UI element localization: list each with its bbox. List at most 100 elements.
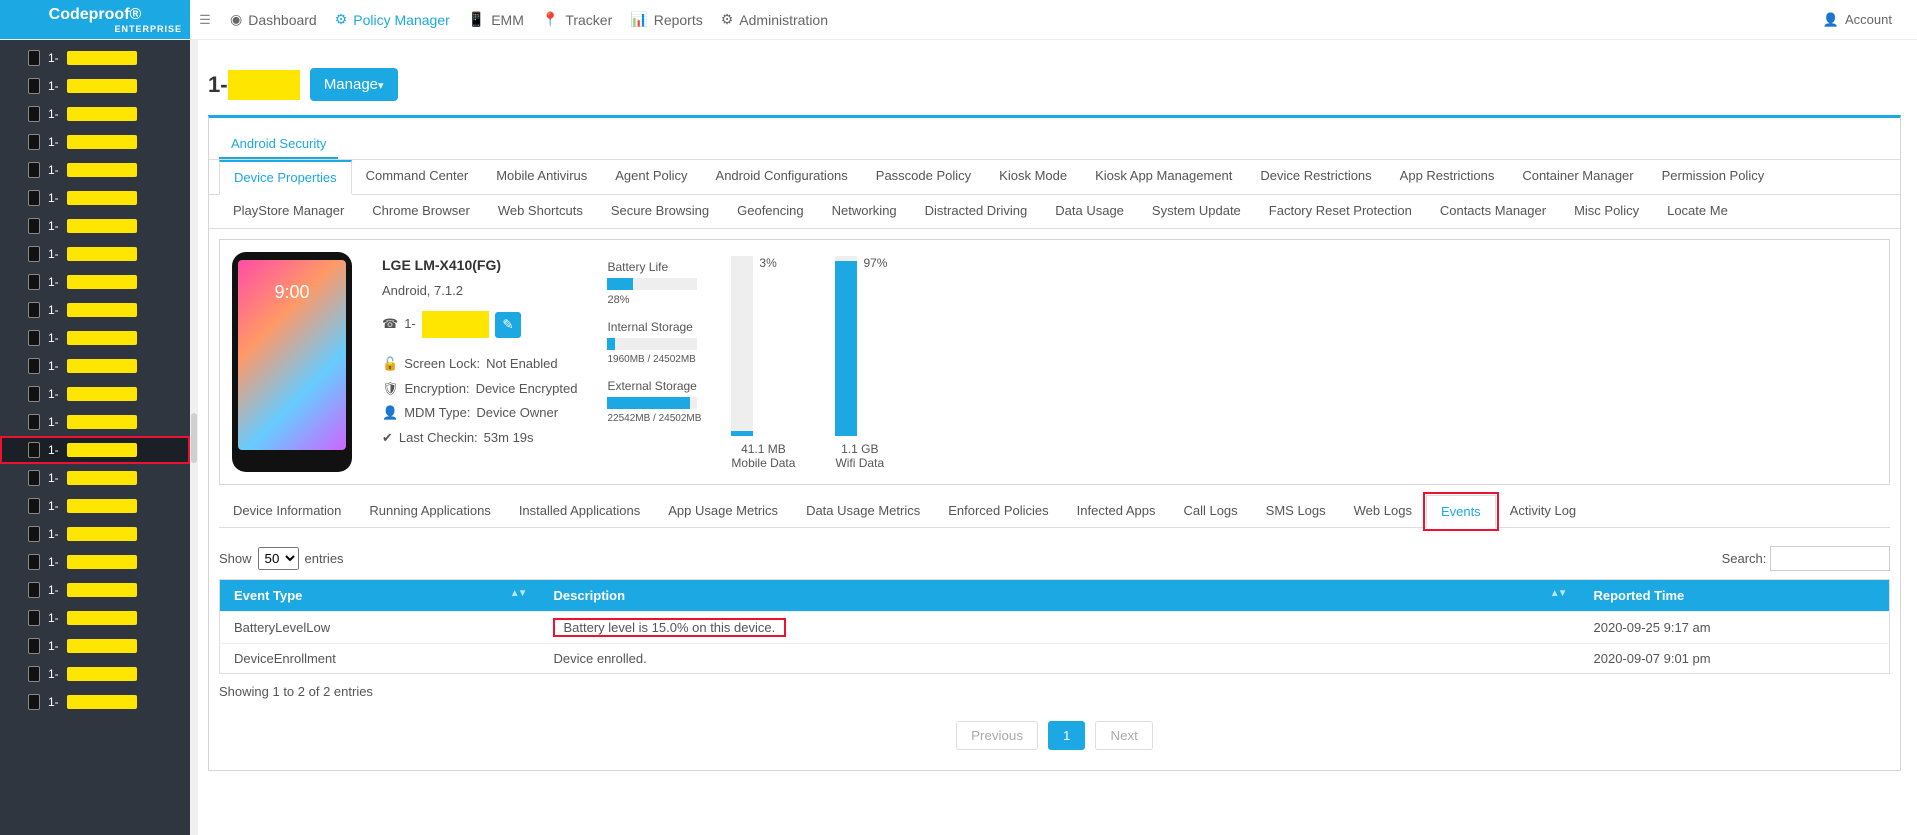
- sidebar-device-item[interactable]: 1-7: [0, 44, 190, 72]
- mobile-data-bar: 3%: [731, 256, 753, 436]
- tab-app-restrictions[interactable]: App Restrictions: [1386, 160, 1509, 194]
- nav-emm[interactable]: 📱EMM: [468, 11, 524, 28]
- tab-device-restrictions[interactable]: Device Restrictions: [1246, 160, 1385, 194]
- detail-tab-app-usage-metrics[interactable]: App Usage Metrics: [654, 495, 792, 527]
- phone-icon: [28, 442, 40, 458]
- device-image: 9:00: [232, 252, 352, 472]
- tab-contacts-manager[interactable]: Contacts Manager: [1426, 195, 1560, 228]
- sidebar-device-item[interactable]: 1-7: [0, 520, 190, 548]
- battery-life-label: Battery Life: [607, 260, 701, 274]
- phone-icon: [28, 526, 40, 542]
- sidebar-device-item[interactable]: 1-7: [0, 128, 190, 156]
- col-event-type[interactable]: Event Type▲▼: [220, 580, 540, 612]
- tab-system-update[interactable]: System Update: [1138, 195, 1255, 228]
- manage-button[interactable]: Manage▾: [310, 68, 398, 101]
- sidebar-device-item[interactable]: 1-7: [0, 632, 190, 660]
- sidebar-device-item[interactable]: 1-7: [0, 408, 190, 436]
- detail-tab-device-information[interactable]: Device Information: [219, 495, 355, 527]
- edit-phone-button[interactable]: ✎: [495, 312, 521, 338]
- detail-tab-data-usage-metrics[interactable]: Data Usage Metrics: [792, 495, 934, 527]
- sidebar-device-item[interactable]: 1-7: [0, 100, 190, 128]
- tab-command-center[interactable]: Command Center: [352, 160, 483, 194]
- sidebar-device-item[interactable]: 1-7: [0, 660, 190, 688]
- brand-logo[interactable]: Codeproof® ENTERPRISE: [0, 0, 190, 39]
- tab-locate-me[interactable]: Locate Me: [1653, 195, 1742, 228]
- sidebar-device-item[interactable]: 1-7: [0, 436, 190, 464]
- administration-icon: ⚙: [721, 11, 734, 28]
- account-menu[interactable]: 👤Account: [1823, 12, 1892, 28]
- sidebar-device-item[interactable]: 1-7: [0, 464, 190, 492]
- tab-chrome-browser[interactable]: Chrome Browser: [358, 195, 484, 228]
- tab-geofencing[interactable]: Geofencing: [723, 195, 818, 228]
- tab-misc-policy[interactable]: Misc Policy: [1560, 195, 1653, 228]
- sidebar-device-item[interactable]: 1-7: [0, 212, 190, 240]
- sidebar-device-item[interactable]: 1-7: [0, 548, 190, 576]
- sidebar-resize-handle[interactable]: [190, 40, 198, 835]
- tab-device-properties[interactable]: Device Properties: [219, 160, 352, 195]
- policy-manager-icon: ⚙: [335, 11, 348, 28]
- pager-next[interactable]: Next: [1095, 721, 1152, 750]
- detail-tab-sms-logs[interactable]: SMS Logs: [1252, 495, 1340, 527]
- nav-tracker[interactable]: 📍Tracker: [542, 11, 612, 28]
- pager-page-1[interactable]: 1: [1048, 721, 1085, 750]
- table-info: Showing 1 to 2 of 2 entries: [219, 684, 373, 699]
- tab-agent-policy[interactable]: Agent Policy: [601, 160, 701, 194]
- sidebar-device-item[interactable]: 1-7: [0, 492, 190, 520]
- sidebar-device-item[interactable]: 1-7: [0, 268, 190, 296]
- device-sidebar[interactable]: 1-71-71-71-71-71-71-71-71-71-71-71-71-71…: [0, 40, 190, 835]
- tab-passcode-policy[interactable]: Passcode Policy: [862, 160, 985, 194]
- detail-tab-call-logs[interactable]: Call Logs: [1169, 495, 1251, 527]
- sidebar-device-item[interactable]: 1-7: [0, 184, 190, 212]
- col-description[interactable]: Description▲▼: [540, 580, 1580, 612]
- tab-container-manager[interactable]: Container Manager: [1508, 160, 1647, 194]
- phone-icon: [28, 470, 40, 486]
- tab-mobile-antivirus[interactable]: Mobile Antivirus: [482, 160, 601, 194]
- brand-title: Codeproof®: [49, 6, 142, 24]
- tab-secure-browsing[interactable]: Secure Browsing: [597, 195, 723, 228]
- detail-tab-infected-apps[interactable]: Infected Apps: [1063, 495, 1170, 527]
- sidebar-device-item[interactable]: 1-7: [0, 576, 190, 604]
- sidebar-device-item[interactable]: 1-7: [0, 72, 190, 100]
- nav-reports[interactable]: 📊Reports: [630, 11, 702, 28]
- sidebar-device-item[interactable]: 1-7: [0, 156, 190, 184]
- pager-previous[interactable]: Previous: [956, 721, 1038, 750]
- tab-web-shortcuts[interactable]: Web Shortcuts: [484, 195, 597, 228]
- detail-tab-enforced-policies[interactable]: Enforced Policies: [934, 495, 1062, 527]
- menu-toggle-icon[interactable]: ☰: [190, 0, 220, 39]
- sidebar-device-item[interactable]: 1-7: [0, 380, 190, 408]
- detail-tab-installed-applications[interactable]: Installed Applications: [505, 495, 654, 527]
- col-reported-time[interactable]: Reported Time: [1580, 580, 1890, 612]
- tab-data-usage[interactable]: Data Usage: [1041, 195, 1138, 228]
- sidebar-device-item[interactable]: 1-7: [0, 604, 190, 632]
- tab-android-configurations[interactable]: Android Configurations: [702, 160, 862, 194]
- phone-icon: [28, 638, 40, 654]
- tab-kiosk-app-management[interactable]: Kiosk App Management: [1081, 160, 1246, 194]
- tab-playstore-manager[interactable]: PlayStore Manager: [219, 195, 358, 228]
- tab-permission-policy[interactable]: Permission Policy: [1648, 160, 1779, 194]
- detail-tab-events[interactable]: Events: [1426, 495, 1496, 528]
- device-model: LGE LM-X410(FG): [382, 252, 577, 279]
- sidebar-device-item[interactable]: 1-7: [0, 688, 190, 716]
- detail-tab-activity-log[interactable]: Activity Log: [1496, 495, 1590, 527]
- nav-dashboard[interactable]: ◉Dashboard: [230, 11, 317, 28]
- phone-icon: [28, 134, 40, 150]
- sidebar-device-item[interactable]: 1-7: [0, 296, 190, 324]
- phone-icon: [28, 246, 40, 262]
- page-size-select[interactable]: 50: [258, 547, 299, 570]
- table-row: BatteryLevelLowBattery level is 15.0% on…: [220, 612, 1890, 644]
- tab-networking[interactable]: Networking: [818, 195, 911, 228]
- detail-tab-web-logs[interactable]: Web Logs: [1340, 495, 1426, 527]
- tab-kiosk-mode[interactable]: Kiosk Mode: [985, 160, 1081, 194]
- sidebar-device-item[interactable]: 1-7: [0, 324, 190, 352]
- tab-factory-reset-protection[interactable]: Factory Reset Protection: [1255, 195, 1426, 228]
- tab-android-security[interactable]: Android Security: [219, 130, 338, 159]
- events-table: Event Type▲▼Description▲▼Reported Time B…: [219, 579, 1890, 674]
- detail-tab-running-applications[interactable]: Running Applications: [355, 495, 504, 527]
- sidebar-device-item[interactable]: 1-7: [0, 352, 190, 380]
- nav-administration[interactable]: ⚙Administration: [721, 11, 828, 28]
- search-input[interactable]: [1770, 546, 1890, 571]
- tab-distracted-driving[interactable]: Distracted Driving: [911, 195, 1042, 228]
- nav-policy-manager[interactable]: ⚙Policy Manager: [335, 11, 450, 28]
- user-icon: 👤: [382, 401, 398, 426]
- sidebar-device-item[interactable]: 1-7: [0, 240, 190, 268]
